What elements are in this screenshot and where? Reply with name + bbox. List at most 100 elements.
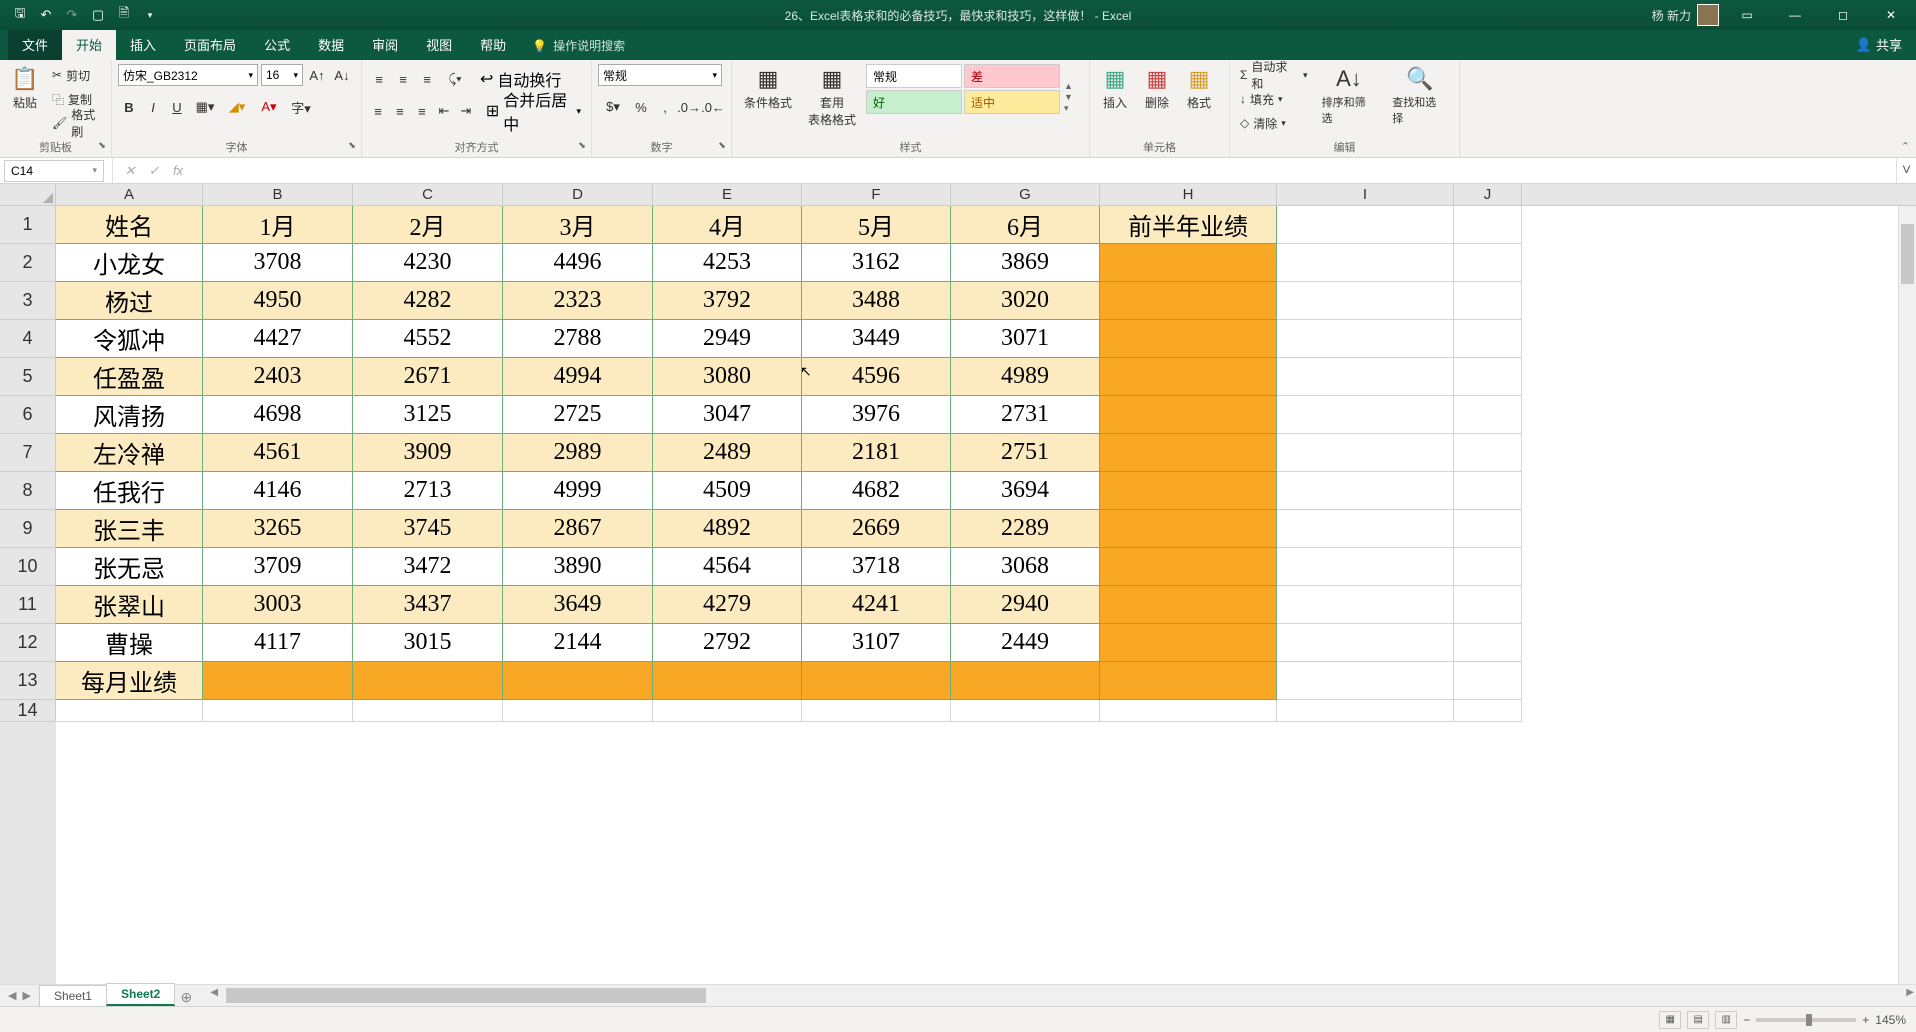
close-icon[interactable]: ✕: [1871, 1, 1911, 29]
cell-I10[interactable]: [1277, 548, 1454, 586]
cell-J9[interactable]: [1454, 510, 1522, 548]
cell-E11[interactable]: 4279: [653, 586, 802, 624]
cell-F2[interactable]: 3162: [802, 244, 951, 282]
hscroll-right-icon[interactable]: ▶: [1906, 987, 1914, 998]
increase-indent-icon[interactable]: ⇥: [456, 100, 476, 122]
cell-D9[interactable]: 2867: [503, 510, 653, 548]
sheet-tab-1[interactable]: Sheet1: [39, 985, 107, 1006]
cell-C10[interactable]: 3472: [353, 548, 503, 586]
cell-C8[interactable]: 2713: [353, 472, 503, 510]
increase-font-icon[interactable]: A↑: [306, 64, 328, 86]
cell-I12[interactable]: [1277, 624, 1454, 662]
cell-E4[interactable]: 2949: [653, 320, 802, 358]
cell-G13[interactable]: [951, 662, 1100, 700]
orientation-icon[interactable]: ⤹▾: [440, 68, 470, 90]
align-right-icon[interactable]: ≡: [412, 100, 432, 122]
cells-area[interactable]: 姓名1月2月3月4月5月6月前半年业绩小龙女370842304496425331…: [56, 206, 1916, 1006]
formula-input[interactable]: [195, 160, 1896, 182]
cell-G11[interactable]: 2940: [951, 586, 1100, 624]
underline-icon[interactable]: U: [166, 96, 188, 118]
cell-D14[interactable]: [503, 700, 653, 722]
cell-E8[interactable]: 4509: [653, 472, 802, 510]
find-select-button[interactable]: 🔍查找和选择: [1386, 64, 1453, 128]
align-top-icon[interactable]: ≡: [368, 68, 390, 90]
cell-G2[interactable]: 3869: [951, 244, 1100, 282]
col-header-H[interactable]: H: [1100, 184, 1277, 205]
select-all-corner[interactable]: [0, 184, 56, 205]
cell-E6[interactable]: 3047: [653, 396, 802, 434]
expand-formula-bar-icon[interactable]: ˅: [1896, 158, 1916, 183]
cell-B9[interactable]: 3265: [203, 510, 353, 548]
cell-D5[interactable]: 4994: [503, 358, 653, 396]
cell-B10[interactable]: 3709: [203, 548, 353, 586]
cell-F13[interactable]: [802, 662, 951, 700]
cell-H11[interactable]: [1100, 586, 1277, 624]
format-as-table-button[interactable]: ▦套用 表格格式: [802, 64, 862, 130]
cell-E13[interactable]: [653, 662, 802, 700]
row-header-4[interactable]: 4: [0, 320, 56, 358]
cell-C9[interactable]: 3745: [353, 510, 503, 548]
cell-B8[interactable]: 4146: [203, 472, 353, 510]
cell-F11[interactable]: 4241: [802, 586, 951, 624]
cell-J7[interactable]: [1454, 434, 1522, 472]
align-bottom-icon[interactable]: ≡: [416, 68, 438, 90]
cell-D7[interactable]: 2989: [503, 434, 653, 472]
cell-F1[interactable]: 5月: [802, 206, 951, 244]
col-header-I[interactable]: I: [1277, 184, 1454, 205]
cell-H13[interactable]: [1100, 662, 1277, 700]
cell-D13[interactable]: [503, 662, 653, 700]
col-header-D[interactable]: D: [503, 184, 653, 205]
name-box[interactable]: C14▾: [4, 160, 104, 182]
fill-button[interactable]: ↓填充▾: [1236, 88, 1312, 110]
cell-B13[interactable]: [203, 662, 353, 700]
cell-H12[interactable]: [1100, 624, 1277, 662]
style-scroll-up-icon[interactable]: ▲: [1064, 81, 1073, 91]
fx-icon[interactable]: fx: [167, 163, 189, 178]
cell-C1[interactable]: 2月: [353, 206, 503, 244]
clipboard-launcher-icon[interactable]: ⬊: [95, 140, 109, 154]
cell-B11[interactable]: 3003: [203, 586, 353, 624]
cell-D12[interactable]: 2144: [503, 624, 653, 662]
cell-A11[interactable]: 张翠山: [56, 586, 203, 624]
col-header-E[interactable]: E: [653, 184, 802, 205]
row-header-14[interactable]: 14: [0, 700, 56, 722]
cell-J8[interactable]: [1454, 472, 1522, 510]
zoom-in-icon[interactable]: +: [1862, 1013, 1869, 1027]
cell-J4[interactable]: [1454, 320, 1522, 358]
cell-G6[interactable]: 2731: [951, 396, 1100, 434]
cell-I1[interactable]: [1277, 206, 1454, 244]
sheet-tab-2[interactable]: Sheet2: [106, 983, 175, 1006]
row-header-1[interactable]: 1: [0, 206, 56, 244]
comma-icon[interactable]: ,: [654, 96, 676, 118]
add-sheet-icon[interactable]: ⊕: [174, 989, 198, 1006]
cell-H9[interactable]: [1100, 510, 1277, 548]
format-painter-button[interactable]: 🖌格式刷: [48, 112, 105, 134]
font-name-combo[interactable]: 仿宋_GB2312▾: [118, 64, 258, 86]
merge-center-button[interactable]: ⊞合并后居中▾: [482, 100, 585, 122]
cell-J13[interactable]: [1454, 662, 1522, 700]
tab-data[interactable]: 数据: [304, 29, 358, 60]
border-icon[interactable]: ▦▾: [190, 96, 220, 118]
increase-decimal-icon[interactable]: .0→: [678, 96, 700, 118]
maximize-icon[interactable]: ◻: [1823, 1, 1863, 29]
insert-cells-button[interactable]: ▦插入: [1096, 64, 1134, 113]
cell-B6[interactable]: 4698: [203, 396, 353, 434]
cell-G4[interactable]: 3071: [951, 320, 1100, 358]
align-center-icon[interactable]: ≡: [390, 100, 410, 122]
tab-review[interactable]: 审阅: [358, 29, 412, 60]
collapse-ribbon-icon[interactable]: ⌃: [1901, 140, 1910, 153]
cell-I9[interactable]: [1277, 510, 1454, 548]
cell-C2[interactable]: 4230: [353, 244, 503, 282]
cell-B5[interactable]: 2403: [203, 358, 353, 396]
percent-icon[interactable]: %: [630, 96, 652, 118]
row-header-11[interactable]: 11: [0, 586, 56, 624]
autosum-button[interactable]: Σ自动求和▾: [1236, 64, 1312, 86]
delete-cells-button[interactable]: ▦删除: [1138, 64, 1176, 113]
cell-F4[interactable]: 3449: [802, 320, 951, 358]
cell-C7[interactable]: 3909: [353, 434, 503, 472]
hscroll-thumb[interactable]: [226, 988, 706, 1003]
cell-E1[interactable]: 4月: [653, 206, 802, 244]
italic-icon[interactable]: I: [142, 96, 164, 118]
cell-G14[interactable]: [951, 700, 1100, 722]
row-header-10[interactable]: 10: [0, 548, 56, 586]
